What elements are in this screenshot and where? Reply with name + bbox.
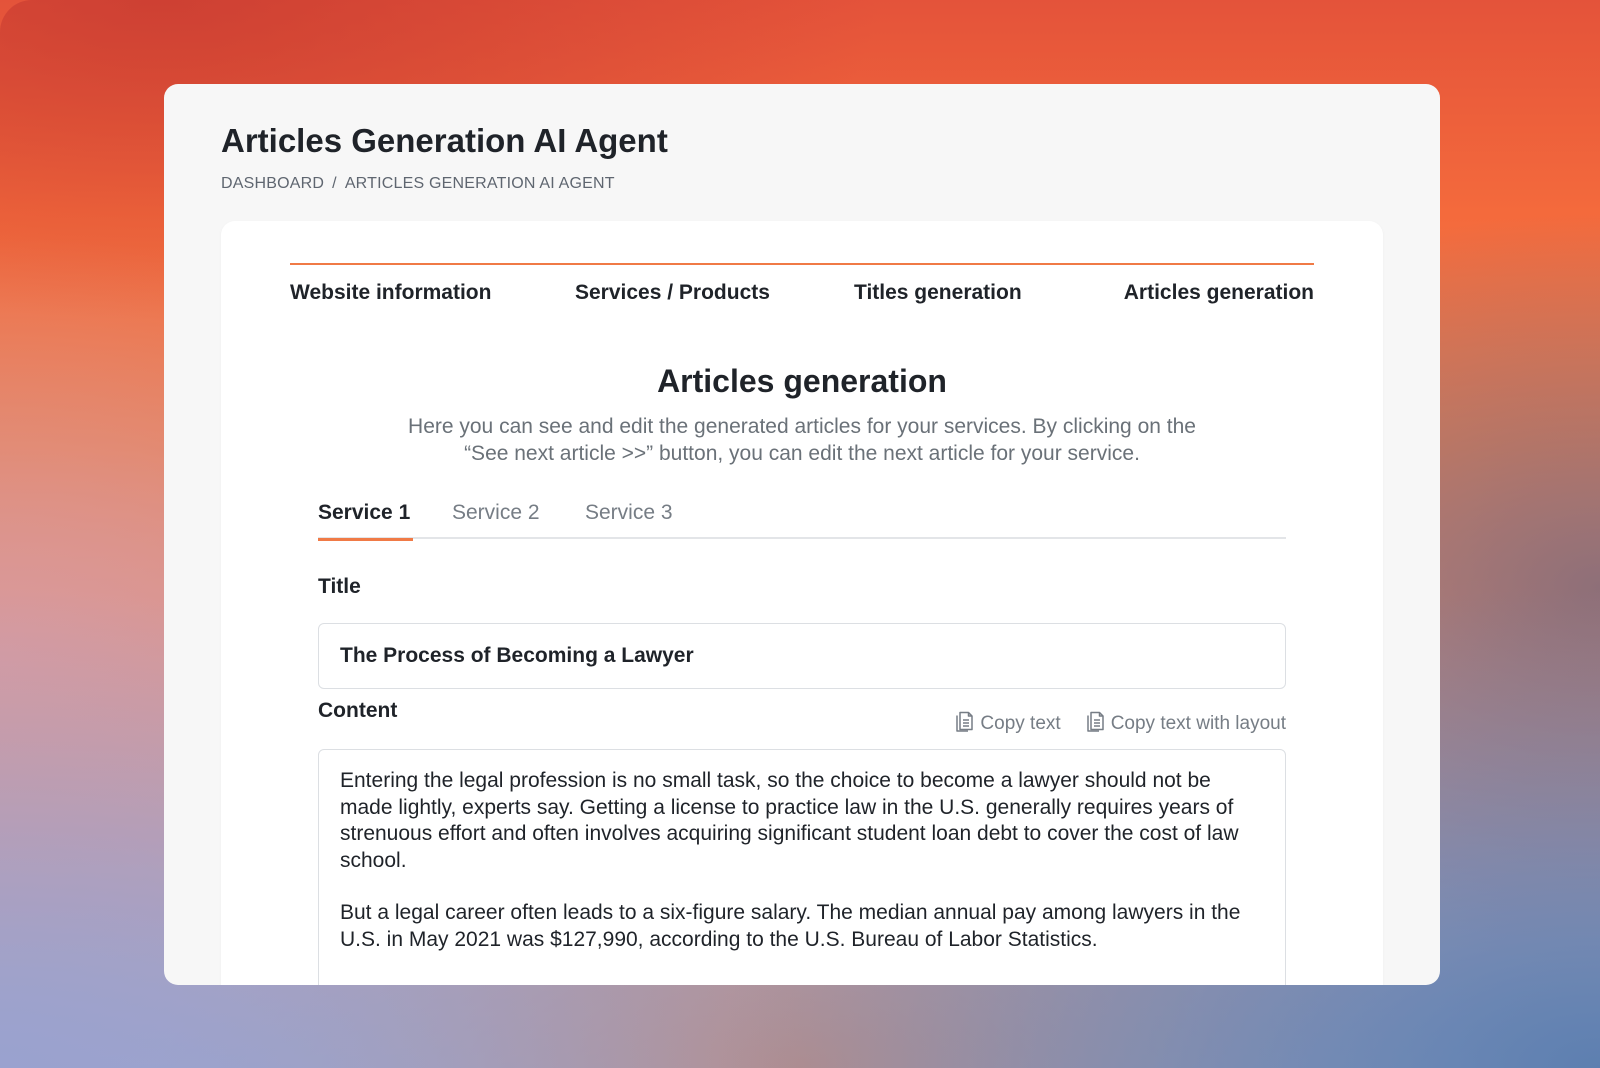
content-paragraph: Entering the legal profession is no smal… [340, 769, 1239, 872]
copy-text-label: Copy text [980, 713, 1061, 734]
breadcrumb-separator: / [332, 175, 337, 192]
tab-service-1[interactable]: Service 1 [318, 501, 414, 541]
page-title: Articles Generation AI Agent [221, 122, 668, 159]
title-input[interactable] [318, 623, 1286, 689]
copy-actions: Copy text Copy text with layout [954, 709, 1286, 739]
breadcrumb-dashboard[interactable]: DASHBOARD [221, 175, 324, 193]
content-label: Content [318, 699, 398, 722]
copy-layout-label: Copy text with layout [1110, 713, 1286, 734]
copy-text-with-layout-button[interactable]: Copy text with layout [1085, 709, 1286, 739]
breadcrumb: DASHBOARD / ARTICLES GENERATION AI AGENT [221, 175, 615, 193]
copy-document-icon [1085, 709, 1105, 739]
breadcrumb-current: ARTICLES GENERATION AI AGENT [344, 175, 615, 192]
section-description: Here you can see and edit the generated … [408, 415, 1196, 465]
step-titles-generation[interactable]: Titles generation [854, 281, 1022, 305]
step-website-information[interactable]: Website information [290, 281, 491, 305]
copy-document-icon [954, 709, 974, 739]
step-services-products[interactable]: Services / Products [575, 281, 770, 305]
progress-stepper: Website information Services / Products … [290, 263, 1314, 323]
tab-service-3[interactable]: Service 3 [585, 501, 673, 539]
content-editor[interactable]: Entering the legal profession is no smal… [318, 749, 1286, 985]
service-tabs: Service 1 Service 2 Service 3 [318, 501, 1286, 541]
tab-service-2[interactable]: Service 2 [452, 501, 540, 539]
app-window: Articles Generation AI Agent DASHBOARD /… [164, 84, 1440, 985]
main-card: Website information Services / Products … [221, 221, 1383, 985]
copy-text-button[interactable]: Copy text [954, 709, 1061, 739]
step-articles-generation[interactable]: Articles generation [1124, 281, 1314, 305]
section-title: Articles generation [657, 363, 947, 399]
title-label: Title [318, 575, 361, 598]
content-paragraph: But a legal career often leads to a six-… [340, 901, 1241, 951]
